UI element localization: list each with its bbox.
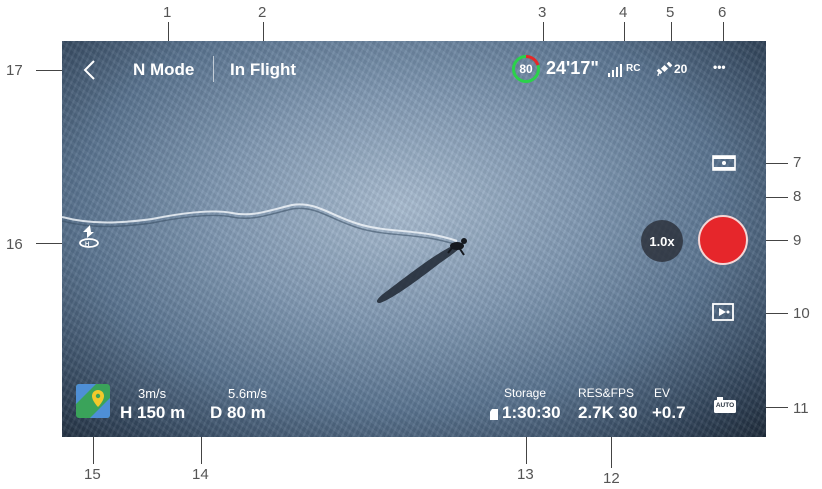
gps-status: 20	[656, 60, 696, 78]
callout-5: 5	[666, 4, 675, 21]
map-icon	[76, 384, 110, 418]
footprint-trail	[62, 203, 458, 242]
battery-indicator[interactable]: 80	[511, 54, 541, 84]
resfps-value[interactable]: 2.7K 30	[578, 403, 638, 423]
flight-mode[interactable]: N Mode	[133, 60, 194, 80]
horizontal-speed: 5.6m/s	[228, 386, 268, 401]
more-options-button[interactable]: •••	[713, 60, 726, 74]
rc-signal: RC	[607, 61, 647, 79]
rc-label: RC	[626, 63, 641, 74]
svg-text:H: H	[85, 242, 89, 248]
callout-6: 6	[718, 4, 727, 21]
satellite-icon	[656, 61, 673, 77]
storage-label: Storage	[504, 386, 547, 400]
camera-view[interactable]: N Mode In Flight 80 24'17" RC 20 ••• 1.0…	[62, 41, 766, 437]
height-readout: H 150 m	[120, 403, 186, 422]
callout-16: 16	[6, 236, 23, 253]
callout-17: 17	[6, 62, 23, 79]
person-shadow	[376, 246, 460, 303]
callout-4: 4	[619, 4, 628, 21]
auto-label: AUTO	[715, 402, 735, 409]
zoom-button[interactable]: 1.0x	[641, 220, 683, 262]
vertical-speed: 3m/s	[138, 386, 167, 401]
playback-button[interactable]	[712, 303, 734, 321]
callout-10: 10	[793, 305, 810, 322]
footprint-trail-shade	[62, 207, 458, 246]
playback-icon	[712, 303, 734, 321]
top-divider	[213, 56, 214, 82]
callout-14: 14	[192, 466, 209, 483]
distance-readout: D 80 m	[210, 403, 266, 422]
callout-12: 12	[603, 470, 620, 487]
signal-bars-icon	[608, 64, 622, 77]
ev-label: EV	[654, 386, 671, 400]
battery-percent: 80	[519, 62, 533, 76]
return-home-icon: H	[79, 225, 99, 248]
ev-value[interactable]: +0.7	[652, 403, 686, 423]
callout-15: 15	[84, 466, 101, 483]
callout-7: 7	[793, 154, 802, 171]
camera-mode-button[interactable]	[712, 154, 736, 172]
callout-11: 11	[793, 400, 809, 417]
sd-card-icon	[490, 409, 498, 420]
gps-count: 20	[674, 62, 688, 76]
storage-value: 1:30:30	[502, 403, 561, 422]
flight-status: In Flight	[230, 60, 297, 79]
record-button[interactable]	[698, 215, 748, 265]
callout-9: 9	[793, 232, 802, 249]
callout-3: 3	[538, 4, 547, 21]
chevron-left-icon	[83, 60, 95, 80]
flight-time: 24'17"	[546, 58, 599, 78]
callout-2: 2	[258, 4, 267, 21]
return-to-home-button[interactable]: H	[76, 223, 102, 249]
auto-exposure-button[interactable]: AUTO	[713, 396, 737, 414]
video-mode-icon	[712, 155, 736, 171]
callout-8: 8	[793, 188, 802, 205]
callout-1: 1	[163, 4, 172, 21]
map-button[interactable]	[76, 384, 110, 418]
callout-13: 13	[517, 466, 534, 483]
back-button[interactable]	[80, 58, 100, 82]
resfps-label: RES&FPS	[578, 386, 635, 400]
